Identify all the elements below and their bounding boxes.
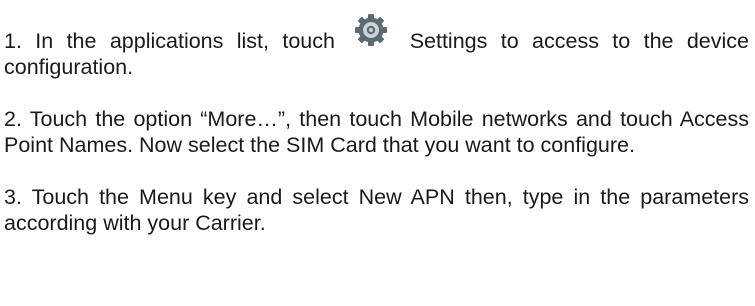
step-1-paragraph: 1. In the applications list, touch Setti… — [4, 14, 749, 80]
step-2-paragraph: 2. Touch the option “More…”, then touch … — [4, 107, 749, 157]
settings-gear-icon — [353, 12, 389, 46]
instructions-document: 1. In the applications list, touch Setti… — [4, 14, 749, 236]
step-1-text-before-icon: 1. In the applications list, touch — [4, 29, 349, 53]
step-3-paragraph: 3. Touch the Menu key and select New APN… — [4, 185, 749, 235]
